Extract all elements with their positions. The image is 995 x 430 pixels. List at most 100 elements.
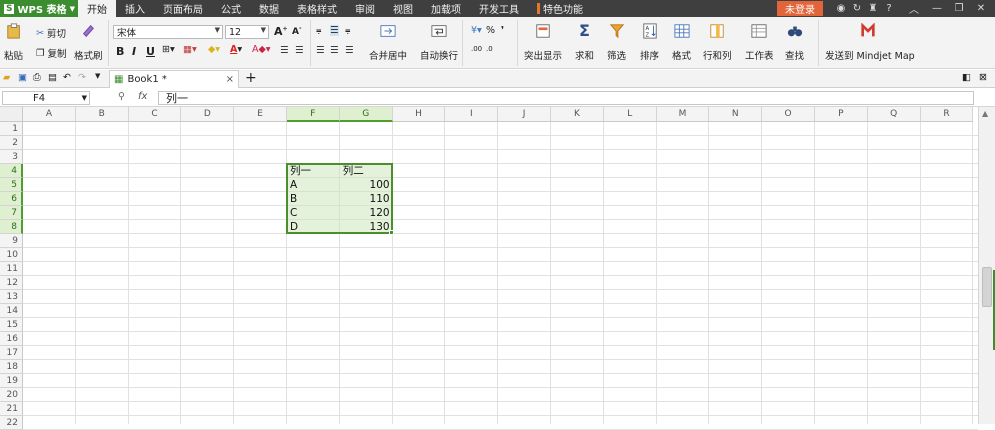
- column-header-l[interactable]: L: [603, 107, 657, 122]
- clear-format-button[interactable]: A◆▾: [252, 44, 271, 55]
- tab-5[interactable]: 表格样式: [288, 0, 346, 17]
- table-header-cell[interactable]: 列二: [340, 164, 393, 178]
- column-header-b[interactable]: B: [75, 107, 129, 122]
- scroll-up-icon[interactable]: ▲: [982, 109, 988, 118]
- tab-9[interactable]: 开发工具: [470, 0, 528, 17]
- increase-font-button[interactable]: A+: [274, 25, 288, 38]
- align-bottom-button[interactable]: ⩦: [345, 25, 351, 36]
- print-preview-icon[interactable]: ▤: [48, 72, 57, 83]
- name-box[interactable]: F4 ▼: [2, 91, 90, 105]
- new-tab-button[interactable]: +: [245, 70, 257, 86]
- row-header-21[interactable]: 21: [0, 402, 23, 416]
- row-header-3[interactable]: 3: [0, 150, 23, 164]
- row-header-12[interactable]: 12: [0, 276, 23, 290]
- decrease-indent-button[interactable]: ☰: [280, 45, 289, 56]
- worksheet-button[interactable]: 工作表: [745, 23, 774, 62]
- tab-10[interactable]: 特色功能: [528, 0, 592, 17]
- table-header-cell[interactable]: 列一: [287, 164, 340, 178]
- table-cell[interactable]: C: [287, 206, 340, 220]
- row-header-20[interactable]: 20: [0, 388, 23, 402]
- sort-button[interactable]: AZ 排序: [640, 23, 659, 62]
- align-left-button[interactable]: ☰: [316, 45, 325, 56]
- bold-button[interactable]: B: [116, 45, 124, 58]
- font-name-select[interactable]: 宋体 ▼: [113, 25, 223, 39]
- open-folder-icon[interactable]: ▰: [3, 72, 10, 83]
- close-doc-icon[interactable]: ⊠: [979, 72, 987, 83]
- redo-icon[interactable]: ↷: [78, 72, 86, 83]
- fx-icon[interactable]: fx: [138, 91, 147, 102]
- row-header-11[interactable]: 11: [0, 262, 23, 276]
- row-header-18[interactable]: 18: [0, 360, 23, 374]
- row-header-7[interactable]: 7: [0, 206, 23, 220]
- align-center-button[interactable]: ☰: [330, 45, 339, 56]
- row-header-9[interactable]: 9: [0, 234, 23, 248]
- print-icon[interactable]: ⎙: [33, 72, 41, 83]
- align-top-button[interactable]: ⩦: [316, 25, 322, 36]
- column-header-q[interactable]: Q: [867, 107, 921, 122]
- column-header-f[interactable]: F: [287, 107, 340, 122]
- table-cell[interactable]: A: [287, 178, 340, 192]
- restore-icon[interactable]: ❐: [950, 0, 968, 17]
- table-cell[interactable]: 110: [340, 192, 393, 206]
- table-cell[interactable]: 100: [340, 178, 393, 192]
- tab-1[interactable]: 插入: [116, 0, 154, 17]
- font-color-button[interactable]: A ▾: [230, 44, 242, 55]
- restore-doc-icon[interactable]: ◧: [962, 72, 971, 83]
- row-header-4[interactable]: 4: [0, 164, 23, 178]
- format-painter-button[interactable]: 格式刷: [74, 23, 103, 62]
- column-header-p[interactable]: P: [815, 107, 868, 122]
- column-header-o[interactable]: O: [762, 107, 815, 122]
- currency-button[interactable]: ¥▾: [471, 25, 482, 36]
- tab-4[interactable]: 数据: [250, 0, 288, 17]
- column-header-c[interactable]: C: [128, 107, 182, 122]
- align-right-button[interactable]: ☰: [345, 45, 354, 56]
- tab-8[interactable]: 加载项: [422, 0, 470, 17]
- underline-button[interactable]: U: [146, 45, 155, 58]
- column-header-e[interactable]: E: [234, 107, 287, 122]
- row-header-15[interactable]: 15: [0, 318, 23, 332]
- row-header-10[interactable]: 10: [0, 248, 23, 262]
- row-col-button[interactable]: 行和列: [703, 23, 732, 62]
- row-header-5[interactable]: 5: [0, 178, 23, 192]
- increase-indent-button[interactable]: ☰: [295, 45, 304, 56]
- row-header-6[interactable]: 6: [0, 192, 23, 206]
- row-header-1[interactable]: 1: [0, 122, 23, 136]
- font-size-select[interactable]: 12 ▼: [225, 25, 269, 39]
- tab-6[interactable]: 审阅: [346, 0, 384, 17]
- spreadsheet-grid[interactable]: A B C D E F G H I J K L M N O P Q R 1 2 3 4 5 6 7 8 9 10 11 12 13 14 15 1…: [0, 107, 995, 430]
- table-cell[interactable]: 130: [340, 220, 393, 234]
- table-cell[interactable]: D: [287, 220, 340, 234]
- row-header-8[interactable]: 8: [0, 220, 23, 234]
- row-header-14[interactable]: 14: [0, 304, 23, 318]
- column-header-h[interactable]: H: [392, 107, 446, 122]
- close-tab-icon[interactable]: ×: [226, 74, 234, 85]
- tab-7[interactable]: 视图: [384, 0, 422, 17]
- help-icon[interactable]: ?: [880, 0, 898, 17]
- scroll-thumb[interactable]: [982, 267, 992, 307]
- border-button[interactable]: ⊞▾: [162, 44, 175, 55]
- minimize-icon[interactable]: —: [928, 0, 946, 17]
- app-menu-button[interactable]: S WPS 表格 ▼: [0, 0, 78, 17]
- column-header-i[interactable]: I: [445, 107, 499, 122]
- select-all-corner[interactable]: [0, 107, 23, 122]
- fill-color-button[interactable]: ◆▾: [208, 44, 220, 55]
- row-header-22[interactable]: 22: [0, 416, 23, 430]
- table-cell[interactable]: 120: [340, 206, 393, 220]
- tab-0[interactable]: 开始: [78, 0, 116, 17]
- send-mindjet-button[interactable]: 发送到 Mindjet Map: [825, 23, 915, 62]
- row-header-2[interactable]: 2: [0, 136, 23, 150]
- cell-style-button[interactable]: ▦▾: [183, 44, 197, 55]
- conditional-format-button[interactable]: 突出显示: [524, 23, 562, 62]
- vertical-scrollbar[interactable]: ▲: [978, 107, 995, 424]
- copy-button[interactable]: ❐ 复制: [36, 46, 67, 61]
- row-header-13[interactable]: 13: [0, 290, 23, 304]
- wrap-text-button[interactable]: 自动换行: [420, 23, 458, 62]
- percent-button[interactable]: %: [486, 25, 495, 36]
- column-header-r[interactable]: R: [920, 107, 974, 122]
- collapse-ribbon-icon[interactable]: ︿: [905, 0, 923, 17]
- column-header-k[interactable]: K: [551, 107, 604, 122]
- formula-input[interactable]: 列一: [158, 91, 974, 105]
- find-button[interactable]: 查找: [785, 23, 804, 62]
- tab-2[interactable]: 页面布局: [154, 0, 212, 17]
- zoom-function-icon[interactable]: ⚲: [118, 91, 125, 102]
